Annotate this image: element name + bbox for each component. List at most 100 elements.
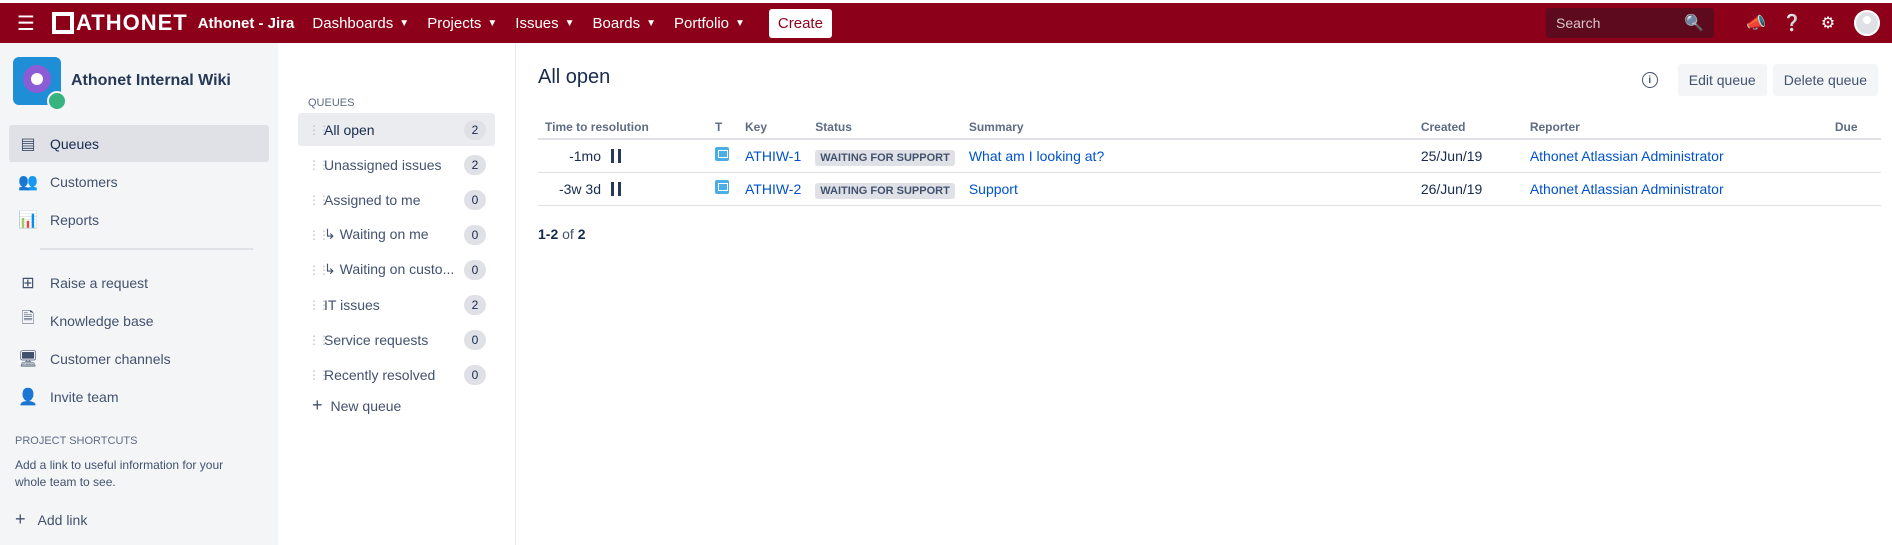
queue-item[interactable]: ⋮⋮ Unassigned issues 2 [298, 148, 495, 181]
drag-handle-icon[interactable]: ⋮⋮ [308, 368, 330, 382]
column-header-status[interactable]: Status [808, 115, 962, 140]
queue-label: All open [324, 121, 375, 138]
settings-icon[interactable]: ⚙ [1810, 13, 1846, 33]
nav-boards[interactable]: Boards ▼ [593, 15, 656, 32]
queue-label: Assigned to me [324, 191, 421, 208]
project-sidebar: Athonet Internal Wiki ▤ Queues 👥 Customers… [0, 43, 278, 545]
search-icon[interactable]: 🔍 [1684, 13, 1704, 33]
summary-cell: What am I looking at? [961, 139, 1414, 173]
search-input[interactable] [1556, 15, 1676, 31]
delete-queue-button[interactable]: Delete queue [1772, 64, 1878, 96]
sidebar-item-label: Customer channels [50, 350, 171, 367]
drag-handle-icon[interactable]: ⋮⋮ [308, 263, 330, 277]
project-avatar [13, 57, 67, 111]
queue-actions: i Edit queue Delete queue [1641, 64, 1878, 96]
issue-key-link[interactable]: ATHIW-1 [745, 148, 801, 164]
due-cell [1827, 172, 1881, 206]
top-right-controls: 🔍 📣 ❔ ⚙ [1546, 8, 1892, 38]
issue-key-link[interactable]: ATHIW-2 [745, 181, 801, 197]
status-badge: WAITING FOR SUPPORT [815, 149, 955, 166]
sidebar-item-customer-channels[interactable]: 🖥 Customer channels [9, 340, 269, 377]
new-queue-button[interactable]: + New queue [312, 395, 515, 416]
edit-queue-button[interactable]: Edit queue [1677, 64, 1767, 96]
nav-portfolio[interactable]: Portfolio ▼ [674, 15, 745, 32]
announcement-icon[interactable]: 📣 [1738, 13, 1774, 33]
status-cell: WAITING FOR SUPPORT [808, 172, 962, 206]
add-link-label: Add link [37, 511, 88, 528]
queues-heading: QUEUES [308, 97, 355, 109]
chevron-down-icon: ▼ [646, 17, 656, 29]
sidebar-item-label: Knowledge base [50, 312, 154, 329]
queue-item[interactable]: ⋮⋮ Recently resolved 0 [298, 358, 495, 391]
queue-item[interactable]: ⋮⋮ Assigned to me 0 [298, 183, 495, 216]
table-header-row: Time to resolution T Key Status Summary … [538, 115, 1881, 140]
drag-handle-icon[interactable]: ⋮⋮ [308, 193, 330, 207]
sidebar-item-invite-team[interactable]: 👤 Invite team [9, 378, 269, 415]
project-header[interactable]: Athonet Internal Wiki [0, 43, 278, 111]
drag-handle-icon[interactable]: ⋮⋮ [308, 123, 330, 137]
athonet-logo[interactable]: ATHONET [52, 10, 188, 36]
create-button[interactable]: Create [768, 8, 832, 38]
plus-icon: + [312, 395, 323, 415]
queue-item[interactable]: ⋮⋮ IT issues 2 [298, 288, 495, 321]
issue-type-icon [715, 180, 729, 194]
drag-handle-icon[interactable]: ⋮⋮ [308, 158, 330, 172]
paused-icon [611, 181, 621, 196]
sidebar-item-label: Raise a request [50, 274, 149, 291]
issues-table: Time to resolution T Key Status Summary … [538, 115, 1881, 206]
queue-item[interactable]: ⋮⋮ ↳ Waiting on me 0 [298, 218, 495, 251]
queue-count-badge: 2 [464, 294, 486, 315]
info-icon[interactable]: i [1641, 72, 1658, 88]
column-header-type[interactable]: T [708, 115, 738, 140]
logo-text: ATHONET [76, 10, 188, 35]
plus-icon: + [15, 509, 26, 529]
user-avatar[interactable] [1854, 10, 1880, 36]
queue-count-badge: 0 [464, 259, 486, 280]
issue-summary-link[interactable]: Support [969, 181, 1018, 197]
issue-type-icon [715, 147, 729, 162]
type-cell [708, 139, 738, 173]
queue-count-badge: 0 [464, 329, 486, 350]
chevron-down-icon: ▼ [487, 17, 498, 29]
column-header-time-to-resolution[interactable]: Time to resolution [538, 115, 708, 140]
column-header-created[interactable]: Created [1413, 115, 1523, 140]
reports-icon: 📊 [18, 211, 38, 229]
sidebar-item-knowledge-base[interactable]: 🗎 Knowledge base [9, 302, 269, 339]
column-header-summary[interactable]: Summary [961, 115, 1414, 140]
queue-item[interactable]: ⋮⋮ Service requests 0 [298, 323, 495, 356]
nav-dashboards[interactable]: Dashboards ▼ [312, 15, 409, 32]
table-row[interactable]: -3w 3d ATHIW-2 WAITING FOR SUPPORT Suppo… [538, 172, 1881, 206]
column-header-due[interactable]: Due [1827, 115, 1881, 140]
new-queue-label: New queue [330, 397, 402, 414]
queues-panel: QUEUES ⋮⋮ All open 2 ⋮⋮ Unassigned issues 2 … [278, 43, 516, 545]
drag-handle-icon[interactable]: ⋮⋮ [308, 228, 330, 242]
column-header-reporter[interactable]: Reporter [1522, 115, 1828, 140]
drag-handle-icon[interactable]: ⋮⋮ [308, 333, 330, 347]
project-shortcuts-text: Add a link to useful information for you… [15, 458, 224, 489]
pager-total: 2 [577, 226, 586, 242]
menu-icon[interactable]: ☰ [0, 11, 52, 36]
table-row[interactable]: -1mo ATHIW-1 WAITING FOR SUPPORT What am… [538, 139, 1881, 173]
nav-projects[interactable]: Projects ▼ [427, 15, 497, 32]
sidebar-item-raise-request[interactable]: ⊞ Raise a request [9, 264, 269, 301]
sidebar-nav: ▤ Queues 👥 Customers 📊 Reports ⊞ Raise a req… [0, 125, 278, 415]
reporter-link[interactable]: Athonet Atlassian Administrator [1530, 148, 1724, 164]
pagination-summary: 1-2 of 2 [538, 226, 586, 242]
search-box[interactable]: 🔍 [1546, 8, 1714, 38]
queue-item[interactable]: ⋮⋮ ↳ Waiting on custo... 0 [298, 253, 495, 286]
add-link-button[interactable]: + Add link [15, 509, 278, 530]
issue-summary-link[interactable]: What am I looking at? [969, 148, 1104, 164]
nav-issues[interactable]: Issues ▼ [515, 15, 574, 32]
column-header-key[interactable]: Key [738, 115, 809, 140]
ttr-value: -3w 3d [558, 180, 601, 197]
project-avatar-eye [23, 65, 51, 93]
knowledge-base-icon: 🗎 [21, 310, 35, 327]
sidebar-item-reports[interactable]: 📊 Reports [9, 201, 269, 238]
sidebar-item-queues[interactable]: ▤ Queues [9, 125, 269, 162]
queue-item[interactable]: ⋮⋮ All open 2 [298, 113, 495, 146]
reporter-link[interactable]: Athonet Atlassian Administrator [1530, 181, 1724, 197]
sidebar-item-customers[interactable]: 👥 Customers [9, 163, 269, 200]
drag-handle-icon[interactable]: ⋮⋮ [308, 298, 330, 312]
app-title[interactable]: Athonet - Jira [198, 15, 295, 32]
help-icon[interactable]: ❔ [1774, 13, 1810, 33]
